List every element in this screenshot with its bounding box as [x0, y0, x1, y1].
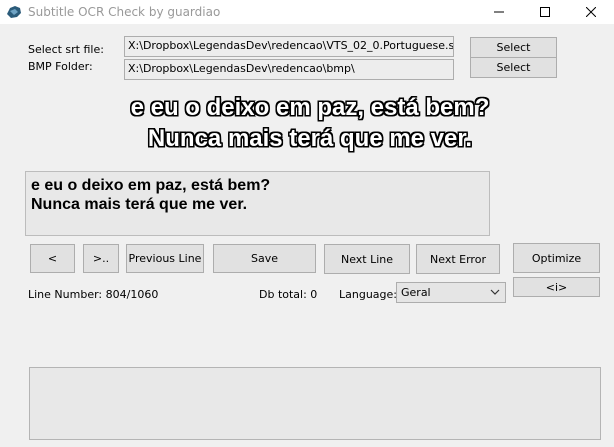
previous-line-button[interactable]: Previous Line — [126, 244, 204, 273]
language-value: Geral — [401, 286, 431, 299]
srt-path-field[interactable]: X:\Dropbox\LegendasDev\redencao\VTS_02_0… — [124, 36, 454, 57]
italic-toggle-button[interactable]: <i> — [513, 277, 600, 297]
prev-char-button[interactable]: < — [30, 244, 75, 273]
save-button[interactable]: Save — [213, 244, 316, 273]
next-error-button[interactable]: Next Error — [416, 244, 500, 274]
close-icon — [586, 7, 596, 17]
chevron-down-icon — [490, 289, 500, 295]
next-line-button[interactable]: Next Line — [324, 244, 410, 274]
editor-line-1: e eu o deixo em paz, está bem? — [31, 177, 271, 194]
close-button[interactable] — [568, 0, 614, 24]
select-srt-button[interactable]: Select — [470, 37, 557, 58]
language-label: Language: — [339, 288, 397, 301]
maximize-icon — [540, 7, 550, 17]
output-log-area[interactable] — [29, 367, 601, 440]
preview-line-2: Nunca mais terá que me ver. — [147, 125, 473, 152]
preview-line-1: e eu o deixo em paz, está bem? — [130, 94, 490, 121]
maximize-button[interactable] — [522, 0, 568, 24]
window-title: Subtitle OCR Check by guardiao — [28, 5, 221, 19]
language-select[interactable]: Geral — [396, 282, 506, 303]
minimize-icon — [494, 11, 504, 13]
subtitle-text-editor[interactable]: e eu o deixo em paz, está bem? Nunca mai… — [25, 171, 490, 236]
optimize-button[interactable]: Optimize — [513, 243, 600, 273]
minimize-button[interactable] — [476, 0, 522, 24]
db-total-status: Db total: 0 — [259, 288, 318, 301]
line-number-status: Line Number: 804/1060 — [28, 288, 159, 301]
bmp-path-field[interactable]: X:\Dropbox\LegendasDev\redencao\bmp\ — [124, 59, 454, 80]
srt-file-label: Select srt file: — [28, 43, 104, 56]
bmp-folder-label: BMP Folder: — [28, 60, 93, 73]
editor-line-2: Nunca mais terá que me ver. — [31, 196, 248, 213]
next-char-button[interactable]: >.. — [83, 244, 119, 273]
app-icon — [7, 6, 21, 18]
subtitle-bitmap-preview: e eu o deixo em paz, está bem? Nunca mai… — [90, 92, 530, 158]
select-bmp-button[interactable]: Select — [470, 57, 557, 78]
